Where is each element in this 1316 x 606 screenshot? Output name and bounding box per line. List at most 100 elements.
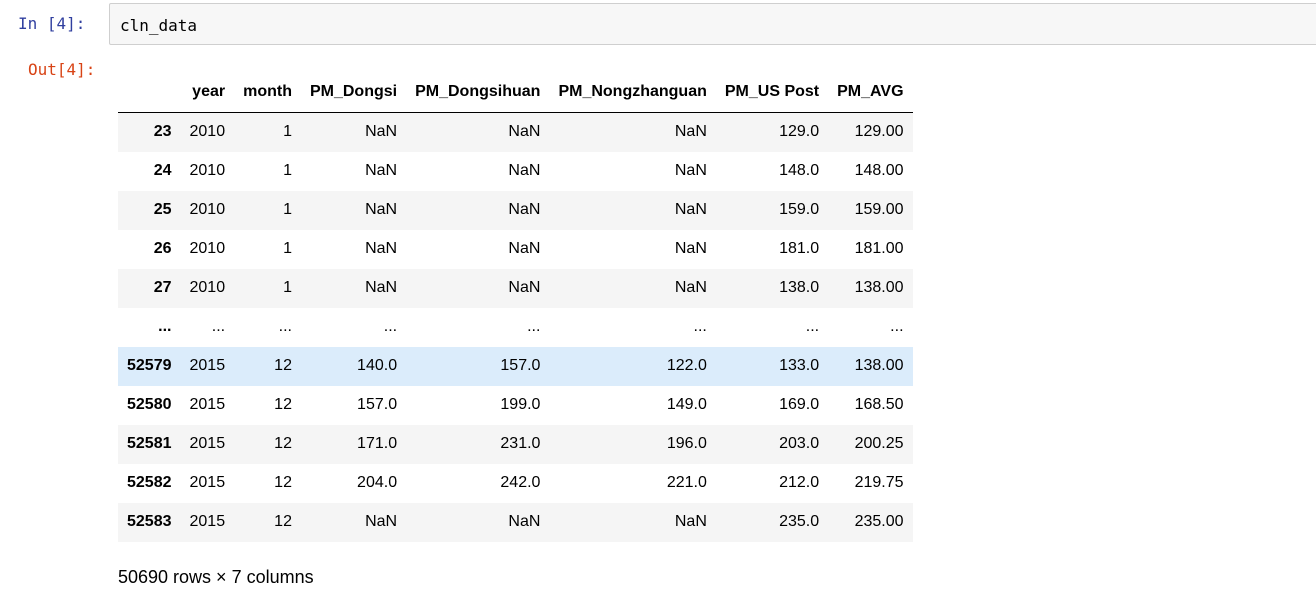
table-cell: 1 bbox=[283, 279, 292, 296]
dataframe-table: year month PM_Dongsi PM_Dongsihuan PM_Nongzh… bbox=[118, 72, 913, 542]
table-cell: 157.0 bbox=[500, 357, 541, 374]
column-header: PM_Dongsi bbox=[300, 72, 407, 113]
table-cell: 12 bbox=[274, 474, 292, 491]
table-cell: NaN bbox=[674, 513, 707, 530]
column-header: month bbox=[234, 72, 301, 113]
table-cell: ... bbox=[890, 318, 904, 335]
table-cell: NaN bbox=[365, 279, 398, 296]
column-header: PM_US Post bbox=[715, 72, 829, 113]
row-index: 23 bbox=[153, 123, 172, 141]
table-cell: 2010 bbox=[189, 279, 226, 296]
table-cell: NaN bbox=[508, 279, 541, 296]
table-cell: 204.0 bbox=[357, 474, 398, 491]
table-cell: 148.0 bbox=[779, 162, 820, 179]
table-cell: 2010 bbox=[189, 201, 226, 218]
table-cell: 221.0 bbox=[666, 474, 707, 491]
table-cell: ... bbox=[383, 318, 398, 335]
table-cell: 138.00 bbox=[854, 357, 904, 374]
table-header-row: year month PM_Dongsi PM_Dongsihuan PM_Nongzh… bbox=[118, 72, 913, 113]
table-cell: 199.0 bbox=[500, 396, 541, 413]
code-input-area[interactable]: cln_data bbox=[109, 3, 1316, 45]
table-cell: 138.0 bbox=[779, 279, 820, 296]
table-cell: NaN bbox=[365, 513, 398, 530]
table-cell: 1 bbox=[283, 201, 292, 218]
column-header: year bbox=[180, 72, 235, 113]
table-row: 23 2010 1 NaN NaN NaN 129.0 129.00 bbox=[118, 112, 913, 152]
table-cell: ... bbox=[527, 318, 541, 335]
table-cell: NaN bbox=[365, 162, 398, 179]
table-cell: ... bbox=[805, 318, 820, 335]
row-index: 52582 bbox=[127, 474, 172, 491]
table-cell: 196.0 bbox=[666, 435, 707, 452]
index-header bbox=[118, 72, 181, 113]
table-cell: 1 bbox=[283, 123, 292, 141]
row-index: 52581 bbox=[127, 435, 172, 452]
table-row: 52582 2015 12 204.0 242.0 221.0 212.0 219.75 bbox=[118, 463, 913, 503]
table-cell: NaN bbox=[508, 123, 541, 141]
table-cell: NaN bbox=[508, 162, 541, 179]
table-row: 52580 2015 12 157.0 199.0 149.0 169.0 168.50 bbox=[118, 385, 913, 425]
table-row: 52579 2015 12 140.0 157.0 122.0 133.0 138.00 bbox=[118, 346, 913, 386]
dataframe-shape-info: 50690 rows × 7 columns bbox=[118, 567, 314, 587]
row-index: 52583 bbox=[127, 513, 172, 530]
table-row: 24 2010 1 NaN NaN NaN 148.0 148.00 bbox=[118, 151, 913, 191]
table-cell: 2010 bbox=[189, 123, 226, 141]
table-cell: 171.0 bbox=[357, 435, 398, 452]
table-cell: NaN bbox=[674, 201, 707, 218]
table-cell: NaN bbox=[365, 201, 398, 218]
table-cell: ... bbox=[693, 318, 707, 335]
table-cell: 159.0 bbox=[779, 201, 820, 218]
table-cell: 122.0 bbox=[666, 357, 707, 374]
table-cell: ... bbox=[278, 318, 292, 335]
table-cell: NaN bbox=[365, 123, 398, 141]
table-cell: ... bbox=[211, 318, 226, 335]
column-header: PM_Dongsihuan bbox=[406, 72, 550, 113]
table-row: ........................ bbox=[118, 307, 913, 347]
table-cell: 129.00 bbox=[854, 123, 904, 141]
table-cell: 1 bbox=[283, 162, 292, 179]
table-cell: 2015 bbox=[189, 357, 226, 374]
row-index: 27 bbox=[153, 279, 172, 296]
table-cell: NaN bbox=[508, 201, 541, 218]
table-body: 23 2010 1 NaN NaN NaN 129.0 129.00 24 2010 1 NaN NaN… bbox=[118, 112, 913, 542]
table-cell: 231.0 bbox=[500, 435, 541, 452]
table-cell: 12 bbox=[274, 357, 292, 374]
column-header: PM_AVG bbox=[828, 72, 913, 113]
table-cell: 1 bbox=[283, 240, 292, 257]
table-cell: 2015 bbox=[189, 474, 226, 491]
table-row: 52583 2015 12 NaN NaN NaN 235.0 235.00 bbox=[118, 502, 913, 542]
row-index: 52579 bbox=[127, 357, 172, 374]
row-index: 26 bbox=[153, 240, 172, 257]
table-cell: 129.0 bbox=[779, 123, 820, 141]
table-cell: 138.00 bbox=[854, 279, 904, 296]
table-cell: 219.75 bbox=[854, 474, 904, 491]
table-cell: 12 bbox=[274, 513, 292, 530]
table-cell: NaN bbox=[674, 162, 707, 179]
table-row: 26 2010 1 NaN NaN NaN 181.0 181.00 bbox=[118, 229, 913, 269]
table-cell: 212.0 bbox=[779, 474, 820, 491]
table-row: 25 2010 1 NaN NaN NaN 159.0 159.00 bbox=[118, 190, 913, 230]
table-cell: 168.50 bbox=[854, 396, 904, 413]
row-index: 24 bbox=[153, 162, 172, 179]
table-cell: 200.25 bbox=[854, 435, 904, 452]
table-cell: NaN bbox=[674, 123, 707, 141]
table-cell: 2015 bbox=[189, 513, 226, 530]
table-cell: 242.0 bbox=[500, 474, 541, 491]
table-cell: 203.0 bbox=[779, 435, 820, 452]
table-cell: 181.00 bbox=[854, 240, 904, 257]
table-cell: 148.00 bbox=[854, 162, 904, 179]
table-cell: 2015 bbox=[189, 396, 226, 413]
table-cell: 159.00 bbox=[854, 201, 904, 218]
code-text: cln_data bbox=[120, 16, 198, 35]
table-row: 52581 2015 12 171.0 231.0 196.0 203.0 200.25 bbox=[118, 424, 913, 464]
row-index: 52580 bbox=[127, 396, 172, 413]
table-row: 27 2010 1 NaN NaN NaN 138.0 138.00 bbox=[118, 268, 913, 308]
table-cell: 12 bbox=[274, 435, 292, 452]
table-cell: NaN bbox=[365, 240, 398, 257]
table-cell: 157.0 bbox=[357, 396, 398, 413]
table-cell: 169.0 bbox=[779, 396, 820, 413]
table-cell: 140.0 bbox=[357, 357, 398, 374]
column-header: PM_Nongzhanguan bbox=[549, 72, 716, 113]
table-cell: NaN bbox=[674, 240, 707, 257]
table-cell: NaN bbox=[508, 513, 541, 530]
